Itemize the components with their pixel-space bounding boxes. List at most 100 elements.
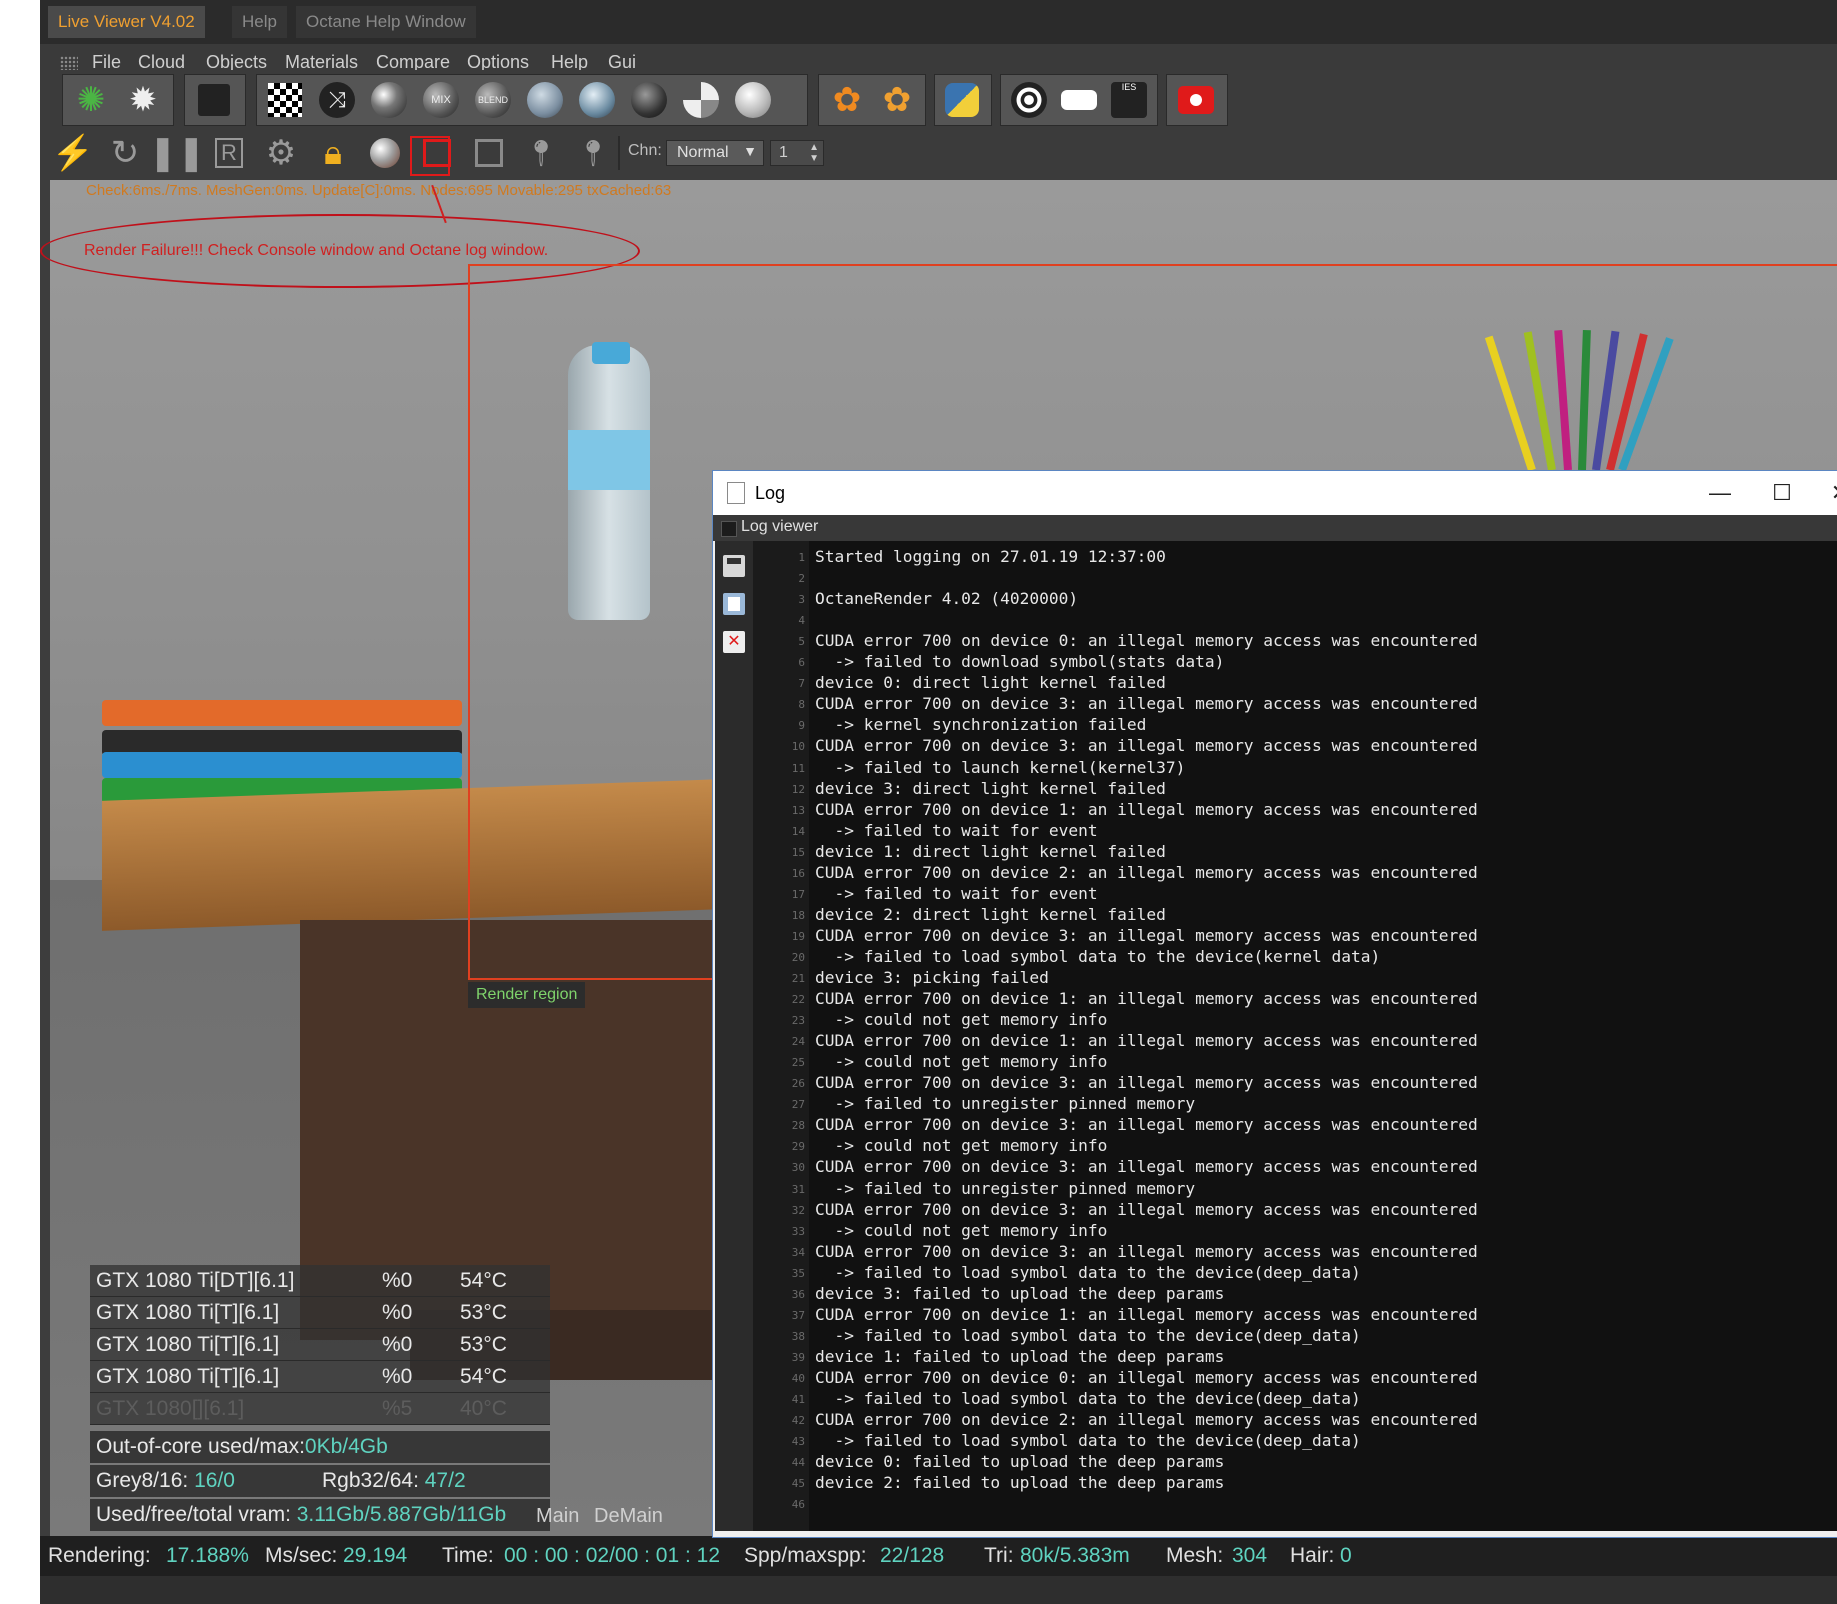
log-line-number: 33 <box>791 1224 805 1238</box>
specular-material-button[interactable] <box>573 76 621 124</box>
log-line: -> failed to wait for event <box>815 820 1098 840</box>
pin-m-icon: 📍︎ <box>576 137 610 168</box>
python-icon <box>945 83 979 117</box>
material-pin-button[interactable]: 📍︎ <box>570 128 616 178</box>
log-line: device 0: failed to upload the deep para… <box>815 1452 1225 1472</box>
gpu-row-disabled: GTX 1080[][6.1] %5 40°C <box>90 1393 550 1425</box>
tab-help[interactable]: Help <box>232 6 287 38</box>
pick-focus-button[interactable]: ⚡ <box>50 128 96 178</box>
log-line-number: 12 <box>791 782 805 796</box>
shuffle-icon: ⤨ <box>319 82 355 118</box>
area-light-button[interactable] <box>1055 76 1103 124</box>
log-line: -> failed to load symbol data to the dev… <box>815 1431 1361 1451</box>
log-line: -> failed to unregister pinned memory <box>815 1178 1196 1198</box>
film-region-button[interactable] <box>466 128 512 178</box>
channel-select[interactable]: Normal ▼ <box>666 140 764 166</box>
tree-yellow-icon: ✿ <box>882 81 912 119</box>
log-line: -> failed to load symbol data to the dev… <box>815 1389 1361 1408</box>
diffuse-material-button[interactable] <box>365 76 413 124</box>
metal-material-button[interactable] <box>625 76 673 124</box>
gear-icon: ⚙ <box>265 134 297 172</box>
copy-log-button[interactable] <box>723 593 745 615</box>
refresh-button[interactable]: ↻ <box>102 128 148 178</box>
toolbar-group-script <box>934 74 992 126</box>
spin-arrows-icon[interactable]: ▲ ▼ <box>809 142 819 164</box>
log-line: device 3: picking failed <box>815 968 1049 987</box>
rendering-label: Rendering: <box>48 1544 151 1567</box>
log-line-number: 32 <box>791 1203 805 1217</box>
focus-pin-button[interactable]: 📍︎ <box>518 128 564 178</box>
gpu-name: GTX 1080 Ti[T][6.1] <box>96 1365 280 1388</box>
pause-button[interactable]: ❚❚ <box>149 128 206 178</box>
log-line-number: 19 <box>791 929 805 943</box>
python-script-button[interactable] <box>938 76 986 124</box>
toon-material-button[interactable] <box>677 76 725 124</box>
tab-live-viewer[interactable]: Live Viewer V4.02 <box>48 6 205 38</box>
ies-light-icon: IES <box>1111 82 1147 118</box>
render-status-bar: Rendering: 17.188% Ms/sec: 29.194 Time: … <box>40 1536 1837 1576</box>
clear-log-button[interactable]: ✕ <box>723 631 745 653</box>
log-line: CUDA error 700 on device 3: an illegal m… <box>815 694 1478 714</box>
toolbar-divider <box>618 136 620 170</box>
universal-material-button[interactable] <box>729 76 777 124</box>
lock-icon: 🔒︎ <box>323 133 343 172</box>
checker-button[interactable] <box>261 76 309 124</box>
close-button[interactable]: ✕ <box>1811 477 1837 509</box>
grey-value: 16/0 <box>194 1469 235 1492</box>
gpu-load: %0 <box>382 1269 413 1292</box>
settings-button[interactable]: ✹ <box>119 76 167 124</box>
time-value: 00 : 00 : 02/00 : 01 : 12 <box>504 1544 720 1567</box>
preferences-button[interactable]: ⚙ <box>258 128 304 178</box>
log-viewer-header: Log viewer <box>713 515 1837 541</box>
maximize-button[interactable]: ☐ <box>1753 477 1811 509</box>
out-of-core-row: Out-of-core used/max:0Kb/4Gb <box>90 1431 550 1463</box>
hair-label: Hair: <box>1290 1544 1335 1567</box>
snapshot-button[interactable] <box>1172 76 1220 124</box>
gpu-temp: 54°C <box>460 1269 507 1292</box>
save-log-button[interactable] <box>723 555 745 577</box>
gpu-load: %0 <box>382 1365 413 1388</box>
region-r-button[interactable]: R <box>206 128 252 178</box>
log-titlebar[interactable]: Log — ☐ ✕ <box>713 471 1837 515</box>
glossy-material-button[interactable] <box>521 76 569 124</box>
render-region-label: Render region <box>468 982 586 1008</box>
tab-octane-help-window[interactable]: Octane Help Window <box>296 6 476 38</box>
bottom-strip <box>40 1576 1837 1604</box>
toolbar-group-lights: IES <box>1000 74 1158 126</box>
minimize-icon: — <box>1709 480 1731 505</box>
gpu-name: GTX 1080 Ti[T][6.1] <box>96 1301 280 1324</box>
material-preview-button[interactable] <box>362 128 408 178</box>
tree-orange-icon: ✿ <box>832 81 862 119</box>
toon-sphere-icon <box>683 82 719 118</box>
viewport-tab-demain[interactable]: DeMain <box>594 1505 663 1528</box>
log-line: -> failed to unregister pinned memory <box>815 1094 1196 1114</box>
viewport-tab-main[interactable]: Main <box>536 1505 579 1528</box>
log-line-number: 29 <box>791 1140 805 1154</box>
pin-f-icon: 📍︎ <box>524 137 558 168</box>
minimize-button[interactable]: — <box>1691 477 1749 509</box>
log-line-number: 15 <box>791 845 805 859</box>
tree-scatter-alt-button[interactable]: ✿ <box>873 76 921 124</box>
channel-spinbox[interactable]: 1 ▲ ▼ <box>770 140 824 166</box>
lock-button[interactable]: 🔒︎ <box>310 128 356 178</box>
panel-grip-icon[interactable] <box>721 521 737 537</box>
tree-scatter-button[interactable]: ✿ <box>823 76 871 124</box>
mix-material-button[interactable]: MIX <box>417 76 465 124</box>
blend-material-button[interactable]: BLEND <box>469 76 517 124</box>
area-light-icon <box>1061 90 1097 110</box>
log-line-number: 16 <box>791 866 805 880</box>
target-light-button[interactable] <box>1005 76 1053 124</box>
texture-count-row: Grey8/16: 16/0 Rgb32/64: 47/2 <box>90 1465 550 1497</box>
log-line-number: 3 <box>798 593 805 607</box>
log-line: device 2: failed to upload the deep para… <box>815 1473 1225 1493</box>
stop-button[interactable] <box>190 76 238 124</box>
log-line-number: 30 <box>791 1161 805 1175</box>
gear-icon: ✹ <box>128 81 158 119</box>
shuffle-button[interactable]: ⤨ <box>313 76 361 124</box>
restart-render-button[interactable]: ✺ <box>67 76 115 124</box>
log-line: CUDA error 700 on device 3: an illegal m… <box>815 736 1478 756</box>
ies-light-button[interactable]: IES <box>1105 76 1153 124</box>
log-text-area[interactable]: Started logging on 27.01.19 12:37:00 Octa… <box>809 541 1837 1531</box>
gpu-row: GTX 1080 Ti[T][6.1] %0 54°C <box>90 1361 550 1393</box>
universal-sphere-icon <box>735 82 771 118</box>
